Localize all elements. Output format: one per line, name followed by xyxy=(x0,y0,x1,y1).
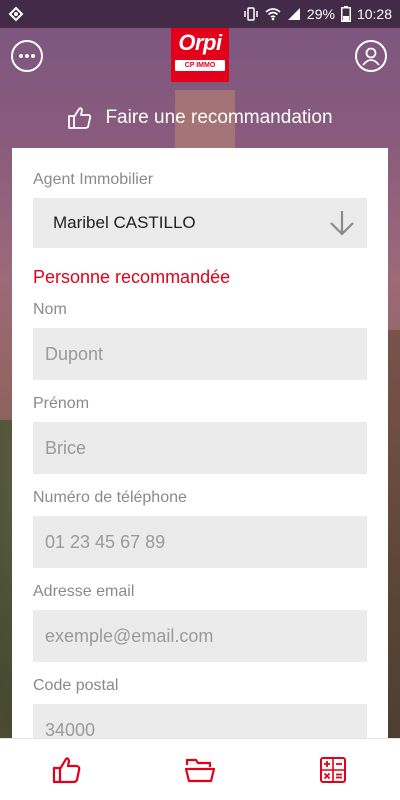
bottom-navigation xyxy=(0,738,400,800)
clock: 10:28 xyxy=(356,6,392,22)
page-title-row: Faire une recommandation xyxy=(0,104,400,132)
vibrate-icon xyxy=(244,7,258,21)
wifi-icon xyxy=(265,8,281,21)
tab-recommend[interactable] xyxy=(37,745,97,795)
signal-icon xyxy=(287,8,300,20)
folder-icon xyxy=(184,758,216,782)
thumbs-up-icon xyxy=(52,756,81,783)
arrow-down-icon xyxy=(330,211,354,236)
agent-label: Agent Immobilier xyxy=(33,171,154,188)
battery-percent: 29% xyxy=(306,6,335,22)
notification-icon xyxy=(8,6,24,22)
phone-label: Numéro de téléphone xyxy=(33,489,187,506)
postal-code-label: Code postal xyxy=(33,677,119,694)
email-label: Adresse email xyxy=(33,583,135,600)
agent-select[interactable]: Maribel CASTILLO xyxy=(33,198,367,248)
lastname-label: Nom xyxy=(33,301,67,318)
logo-text: Orpi xyxy=(178,30,222,55)
lastname-input[interactable]: Dupont xyxy=(33,328,367,380)
email-placeholder: exemple@email.com xyxy=(45,625,214,646)
thumbs-up-icon xyxy=(68,107,92,129)
lastname-placeholder: Dupont xyxy=(45,343,104,364)
tab-calculator[interactable] xyxy=(303,745,363,795)
firstname-label: Prénom xyxy=(33,395,90,412)
logo-subtitle: CP IMMO xyxy=(175,60,225,71)
calculator-icon xyxy=(320,756,347,783)
email-input[interactable]: exemple@email.com xyxy=(33,610,367,662)
phone-input[interactable]: 01 23 45 67 89 xyxy=(33,516,367,568)
section-title: Personne recommandée xyxy=(33,267,231,287)
profile-button[interactable] xyxy=(355,40,387,72)
phone-placeholder: 01 23 45 67 89 xyxy=(45,531,166,552)
tab-files[interactable] xyxy=(170,745,230,795)
recommendation-form: Agent Immobilier Maribel CASTILLO Person… xyxy=(12,148,388,756)
page-title: Faire une recommandation xyxy=(105,107,333,128)
agent-select-value: Maribel CASTILLO xyxy=(53,213,196,232)
more-icon xyxy=(19,54,35,58)
brand-logo: Orpi CP IMMO xyxy=(171,28,229,82)
user-icon xyxy=(362,47,380,66)
battery-icon xyxy=(340,6,351,22)
firstname-placeholder: Brice xyxy=(45,437,87,458)
menu-button[interactable] xyxy=(11,40,43,72)
firstname-input[interactable]: Brice xyxy=(33,422,367,474)
status-bar: 29% 10:28 xyxy=(0,0,400,28)
